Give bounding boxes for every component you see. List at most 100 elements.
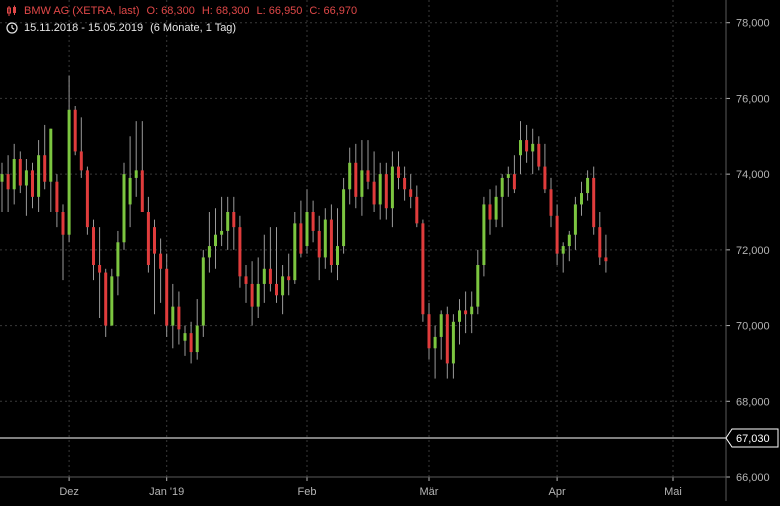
candle-up [573, 204, 577, 235]
candle-down [427, 314, 431, 349]
candle-up [390, 166, 394, 209]
y-tick-label: 78,000 [736, 18, 770, 30]
candle-up [128, 177, 132, 205]
x-tick-label: Apr [549, 486, 566, 498]
candle-down [329, 219, 333, 265]
x-tick-label: Mär [420, 486, 439, 498]
candle-down [372, 181, 376, 205]
candle-up [201, 257, 205, 326]
candle-up [37, 155, 41, 197]
date-range: 15.11.2018 - 15.05.2019 [24, 22, 144, 34]
y-tick-label: 70,000 [736, 321, 770, 333]
candle-up [214, 234, 217, 247]
candle-down [512, 174, 516, 190]
candle-down [409, 189, 413, 197]
candle-down [55, 181, 59, 212]
candle-up [586, 177, 590, 194]
candle-up [293, 223, 297, 281]
candle-up [506, 174, 510, 178]
candle-up [207, 246, 211, 258]
close-value: C: 66,970 [309, 5, 358, 17]
candle-down [525, 140, 529, 152]
candle-up [336, 246, 339, 265]
candle-down [61, 212, 65, 235]
y-tick-label: 66,000 [736, 472, 770, 484]
candle-down [604, 257, 608, 262]
candle-down [397, 166, 400, 178]
candle-up [195, 325, 199, 353]
candle-up [519, 140, 522, 156]
candlestick-chart[interactable]: 66,000 68,000 70,000 72,000 74,000 76,000 78,0… [0, 0, 780, 501]
candle-up [580, 193, 583, 205]
chart-canvas: 66,000 68,000 70,000 72,000 74,000 76,000 78,0… [0, 0, 780, 501]
candle-up [220, 230, 224, 235]
candle-down [79, 151, 83, 171]
candle-down [598, 227, 602, 258]
candle-up [12, 159, 16, 190]
candle-up [494, 196, 498, 220]
candle-down [421, 223, 425, 315]
candle-down [165, 268, 169, 326]
candle-down [543, 166, 547, 190]
candle-down [244, 276, 248, 284]
candle-down [464, 310, 468, 315]
candle-down [159, 253, 163, 269]
candle-up [451, 321, 455, 364]
candle-up [439, 314, 443, 337]
candle-down [98, 265, 102, 273]
candle-up [342, 189, 346, 247]
candle-up [116, 242, 120, 277]
candle-down [275, 283, 278, 296]
low-value: L: 66,950 [256, 5, 303, 17]
candle-up [183, 333, 187, 341]
candle-down [189, 333, 193, 353]
candle-down [177, 306, 181, 330]
candle-up [122, 174, 126, 243]
candle-down [592, 177, 596, 228]
candle-up [567, 234, 571, 247]
open-value: O: 68,300 [146, 5, 195, 17]
candle-up [226, 212, 230, 231]
candle-down [6, 174, 10, 190]
candle-down [43, 155, 47, 182]
candle-down [549, 189, 553, 216]
candle-up [67, 109, 71, 235]
candle-down [403, 177, 407, 190]
candle-up [134, 170, 138, 178]
x-tick-label: Dez [59, 486, 79, 498]
candle-down [537, 143, 541, 167]
candle-up [360, 170, 364, 197]
candlestick-icon [7, 5, 16, 16]
candle-down [73, 109, 77, 152]
candle-up [305, 212, 309, 247]
candle-down [415, 196, 419, 224]
candle-up [256, 283, 260, 307]
candle-up [531, 143, 535, 152]
candle-down [104, 272, 108, 326]
range-header: 15.11.2018 - 15.05.2019 (6 Monate, 1 Tag… [6, 22, 243, 34]
x-tick-label: Jan '19 [149, 486, 184, 498]
candle-down [445, 314, 449, 364]
candle-up [561, 246, 565, 254]
candle-up [24, 170, 28, 186]
candle-up [433, 336, 437, 349]
candle-up [458, 310, 461, 322]
candle-up [281, 276, 285, 296]
candle-up [378, 174, 382, 205]
period-label: (6 Monate, 1 Tag) [150, 22, 237, 34]
candle-down [366, 170, 370, 182]
high-value: H: 68,300 [201, 5, 250, 17]
candle-down [18, 159, 22, 186]
candle-up [348, 162, 352, 190]
candle-down [299, 223, 303, 254]
candle-up [171, 306, 175, 326]
candle-down [140, 170, 144, 212]
y-tick-label: 74,000 [736, 169, 770, 181]
instrument-header: BMW AG (XETRA, last) O: 68,300 H: 68,300… [6, 5, 364, 17]
candle-down [153, 227, 156, 254]
candle-down [85, 170, 89, 228]
candle-up [49, 128, 53, 182]
x-tick-label: Feb [298, 486, 317, 498]
x-tick-label: Mai [664, 486, 682, 498]
candle-down [250, 283, 254, 307]
